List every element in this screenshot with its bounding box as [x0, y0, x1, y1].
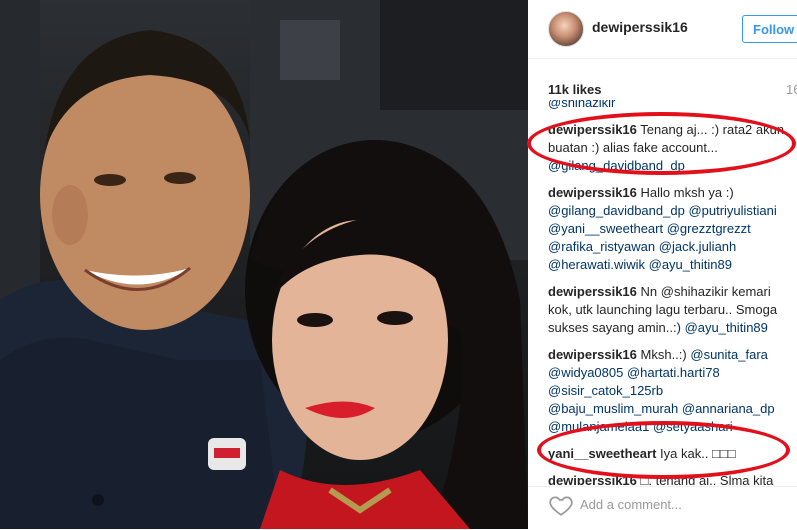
comment-text: Hallo mksh ya :): [640, 185, 734, 200]
comment-item: dewiperssik16 Nn @shihazikir kemari kok,…: [548, 283, 788, 337]
comment-mention-link[interactable]: @sunita_fara: [690, 347, 768, 362]
comment-item: yani__sweetheart Iya kak.. □□□: [548, 445, 788, 463]
add-comment-input[interactable]: Add a comment...: [580, 497, 682, 512]
comment-mention-link[interactable]: @widya0805: [548, 365, 623, 380]
comment-username[interactable]: dewiperssik16: [548, 284, 637, 299]
comment-item: dewiperssik16 Hallo mksh ya :) @gilang_d…: [548, 184, 788, 274]
heart-icon[interactable]: [548, 492, 574, 518]
comment-mention-link[interactable]: @grezztgrezzt: [667, 221, 751, 236]
comment-footer: Add a comment...: [528, 486, 797, 530]
comment-mention-link[interactable]: @ayu_thitin89: [649, 257, 732, 272]
comment-item: dewiperssik16 □, tenang aj.. Slma kita b…: [548, 472, 788, 485]
comment-item: @shihazikir: [548, 100, 788, 112]
comment-mention-link[interactable]: @shihazikir: [548, 100, 615, 110]
comment-mention-link[interactable]: @jack.julianh: [659, 239, 737, 254]
comment-mention-link[interactable]: @herawati.wiwik: [548, 257, 645, 272]
comment-mention-link[interactable]: @gilang_davidband_dp: [548, 203, 685, 218]
post-username[interactable]: dewiperssik16: [592, 19, 688, 35]
comment-item: dewiperssik16 Tenang aj... :) rata2 akun…: [548, 121, 788, 175]
post-sidebar: dewiperssik16 Follow 11k likes 16 @shiha…: [528, 0, 797, 529]
comments-list[interactable]: @shihazikir dewiperssik16 Tenang aj... :)…: [548, 100, 797, 485]
comment-username[interactable]: dewiperssik16: [548, 185, 637, 200]
comment-item: dewiperssik16 Mksh..:) @sunita_fara @wid…: [548, 346, 788, 436]
post-header: dewiperssik16 Follow: [528, 0, 797, 59]
comment-mention-link[interactable]: @yani__sweetheart: [548, 221, 663, 236]
comment-username[interactable]: dewiperssik16: [548, 347, 637, 362]
comment-mention-link[interactable]: @setyaashari: [653, 419, 733, 434]
likes-count[interactable]: 11k likes: [548, 82, 602, 97]
comment-mention-link[interactable]: @putriyulistiani: [688, 203, 776, 218]
comments-scroll: @shihazikir dewiperssik16 Tenang aj... :)…: [548, 100, 797, 485]
comment-mention-link[interactable]: @ayu_thitin89: [685, 320, 768, 335]
post-age: 16: [786, 82, 797, 97]
photo-illustration: [0, 0, 528, 529]
comment-username[interactable]: dewiperssik16: [548, 473, 637, 485]
comment-mention-link[interactable]: @annariana_dp: [682, 401, 775, 416]
comment-mention-link[interactable]: @hartati.harti78: [627, 365, 720, 380]
post-photo[interactable]: [0, 0, 528, 529]
comment-text: Iya kak.. □□□: [660, 446, 736, 461]
avatar[interactable]: [548, 11, 584, 47]
comment-mention-link[interactable]: @gilang_davidband_dp: [548, 158, 685, 173]
follow-button[interactable]: Follow: [742, 15, 797, 43]
comment-username[interactable]: dewiperssik16: [548, 122, 637, 137]
comment-mention-link[interactable]: @baju_muslim_murah: [548, 401, 678, 416]
comment-mention-link[interactable]: @sisir_catok_125rb: [548, 383, 663, 398]
comment-username[interactable]: yani__sweetheart: [548, 446, 656, 461]
comment-text: Mksh..:): [640, 347, 687, 362]
comment-mention-link[interactable]: @rafika_ristyawan: [548, 239, 655, 254]
comment-mention-link[interactable]: @mulanjamelaa1: [548, 419, 649, 434]
